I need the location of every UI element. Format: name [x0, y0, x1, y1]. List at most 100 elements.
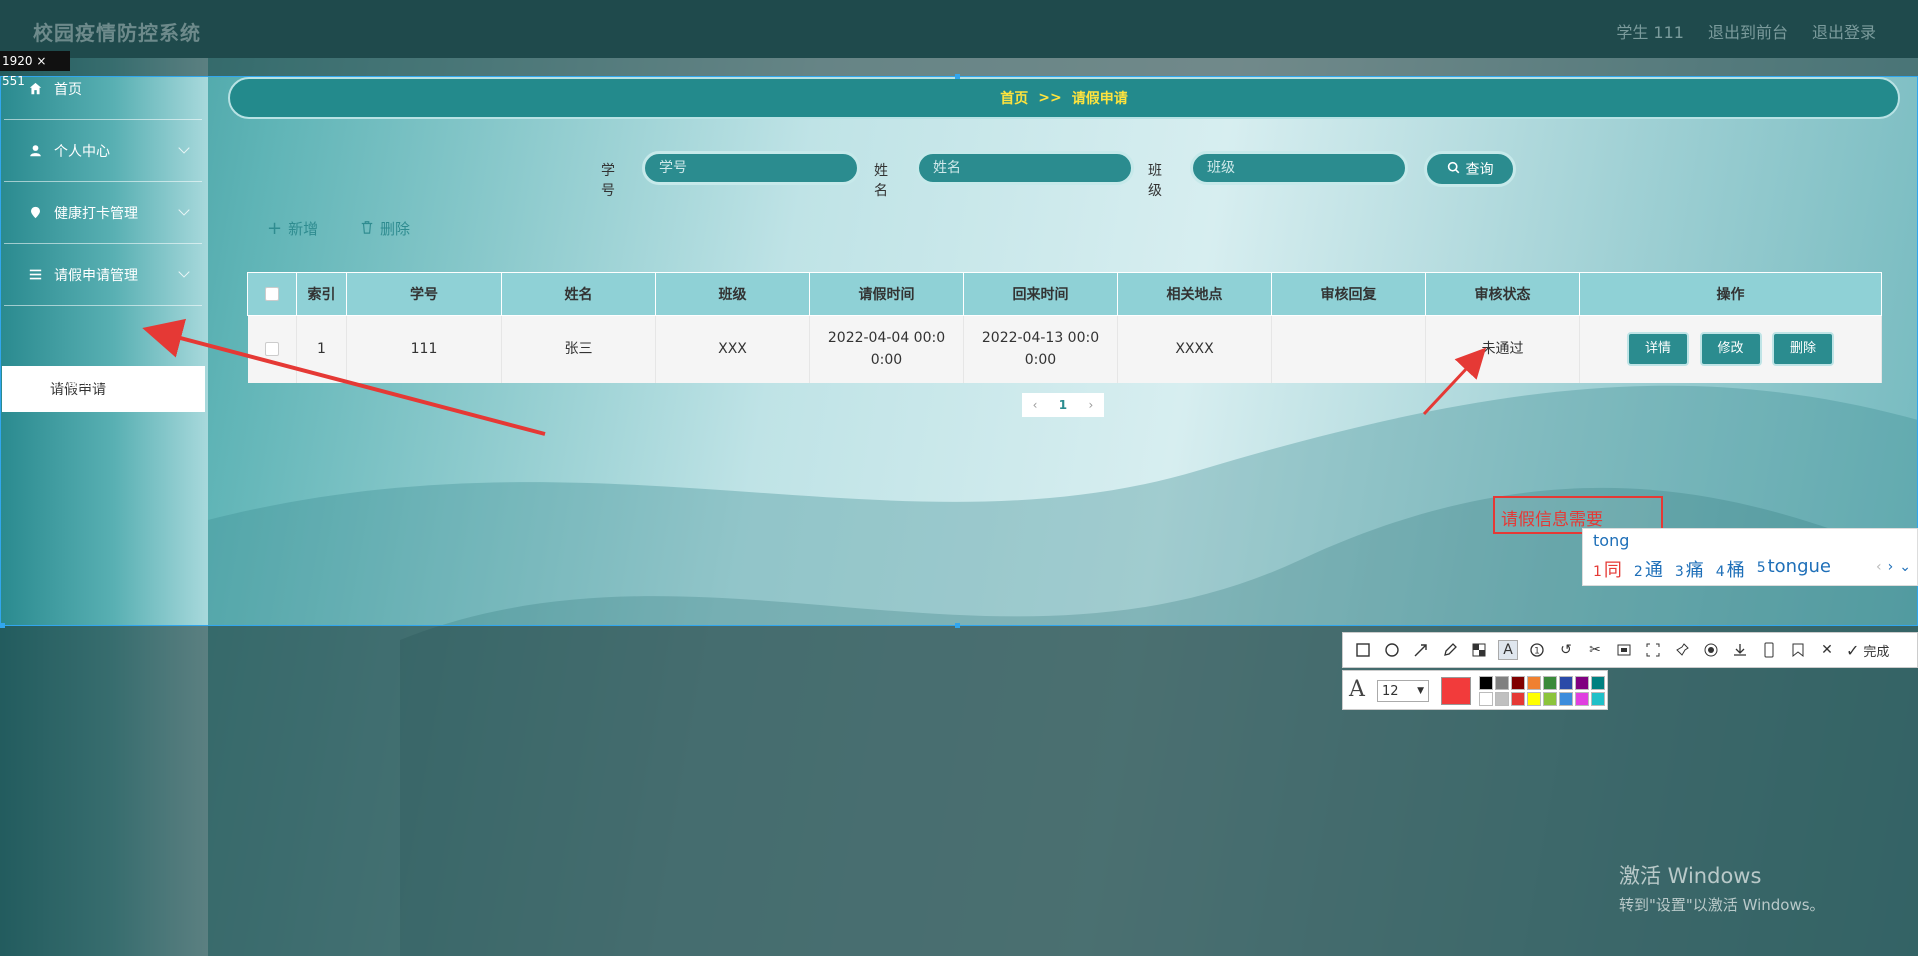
capture-handle[interactable] [955, 74, 960, 79]
query-button[interactable]: 查询 [1424, 151, 1516, 187]
logout-link[interactable]: 退出登录 [1812, 19, 1876, 43]
ocr-icon[interactable] [1614, 640, 1634, 660]
chevron-right-icon[interactable]: › [1888, 559, 1894, 575]
grid-icon [28, 374, 42, 388]
number-tool-icon[interactable]: 1 [1527, 640, 1547, 660]
select-all-checkbox[interactable] [265, 287, 279, 301]
watermark-line-1: 激活 Windows [1619, 864, 1762, 888]
delete-button[interactable]: 删除 [1771, 332, 1834, 367]
sidebar-item-leave-management[interactable]: 请假申请管理 [4, 244, 202, 306]
column-header: 学号 [346, 272, 502, 316]
breadcrumb-home[interactable]: 首页 [1000, 88, 1028, 108]
prev-page-icon[interactable]: ‹ [1033, 398, 1038, 412]
sidebar-item-label: 请假申请管理 [54, 267, 138, 284]
arrow-tool-icon[interactable] [1411, 640, 1431, 660]
color-swatch[interactable] [1559, 692, 1573, 706]
chevron-down-icon[interactable]: ⌄ [1899, 559, 1911, 575]
color-palette [1479, 676, 1605, 706]
student-no-input[interactable] [642, 151, 860, 185]
phone-icon[interactable] [1759, 640, 1779, 660]
color-swatch[interactable] [1527, 692, 1541, 706]
back-to-frontend-link[interactable]: 退出到前台 [1708, 19, 1788, 43]
translate-icon[interactable] [1643, 640, 1663, 660]
color-swatch[interactable] [1575, 676, 1589, 690]
scissors-icon[interactable]: ✂ [1585, 640, 1605, 660]
ime-candidate[interactable]: 1同 [1593, 556, 1622, 582]
color-swatch[interactable] [1495, 676, 1509, 690]
batch-delete-button[interactable]: 删除 [360, 218, 410, 239]
capture-handle[interactable] [955, 623, 960, 628]
column-header: 请假时间 [809, 272, 964, 316]
capture-handle[interactable] [0, 623, 5, 628]
done-label: 完成 [1863, 644, 1890, 660]
chevron-left-icon[interactable]: ‹ [1876, 559, 1882, 575]
color-swatch[interactable] [1511, 692, 1525, 706]
detail-button[interactable]: 详情 [1627, 332, 1690, 367]
ime-nav: ‹ › ⌄ [1876, 559, 1911, 575]
chevron-down-icon [178, 204, 190, 216]
record-icon[interactable] [1701, 640, 1721, 660]
close-icon[interactable]: ✕ [1817, 640, 1837, 660]
sidebar-item-nucleic-report[interactable]: 核酸报告管理 [4, 350, 202, 412]
breadcrumb-separator: >> [1038, 90, 1062, 106]
windows-activation-watermark: 激活 Windows 转到"设置"以激活 Windows。 [1619, 860, 1825, 915]
table-header-row: 索引 学号 姓名 班级 请假时间 回来时间 相关地点 审核回复 审核状态 操作 [247, 272, 1882, 316]
sidebar-item-health-checkin[interactable]: 健康打卡管理 [4, 182, 202, 244]
color-swatch[interactable] [1543, 692, 1557, 706]
sidebar-item-personal-center[interactable]: 个人中心 [4, 120, 202, 182]
rectangle-tool-icon[interactable] [1353, 640, 1373, 660]
ime-candidate-window: tong 1同 2通 3痛 4桶 5 tongue ‹ › ⌄ [1582, 528, 1918, 586]
row-checkbox[interactable] [264, 342, 279, 357]
chevron-down-icon [178, 142, 190, 154]
return-time-text: 2022-04-13 00:00:00 [981, 330, 1100, 369]
cell-operations: 详情 修改 删除 [1579, 315, 1882, 383]
header-links: 学生 111 退出到前台 退出登录 [1616, 19, 1876, 43]
leave-time-text: 2022-04-04 00:00:00 [827, 330, 946, 369]
next-page-icon[interactable]: › [1088, 398, 1093, 412]
select-all-header [247, 272, 297, 316]
color-swatch[interactable] [1575, 692, 1589, 706]
add-button[interactable]: + 新增 [267, 218, 318, 239]
column-header: 操作 [1579, 272, 1882, 316]
dropdown-arrow-icon: ▼ [1417, 686, 1424, 696]
column-header: 回来时间 [963, 272, 1118, 316]
done-button[interactable]: ✓ 完成 [1846, 641, 1889, 660]
name-input[interactable] [916, 151, 1134, 185]
list-icon [28, 268, 42, 282]
edit-button[interactable]: 修改 [1699, 332, 1762, 367]
ime-candidate[interactable]: 2通 [1634, 556, 1663, 582]
class-label: 班级 [1148, 163, 1162, 199]
ime-candidate[interactable]: 3痛 [1675, 556, 1704, 582]
ellipse-tool-icon[interactable] [1382, 640, 1402, 660]
color-swatch[interactable] [1543, 676, 1557, 690]
color-swatch[interactable] [1527, 676, 1541, 690]
undo-icon[interactable]: ↺ [1556, 640, 1576, 660]
add-button-label: 新增 [288, 220, 319, 238]
current-page[interactable]: 1 [1059, 398, 1067, 412]
font-size-select[interactable]: 12 ▼ [1377, 680, 1429, 702]
current-color-swatch[interactable] [1441, 677, 1471, 705]
top-header: 校园疫情防控系统 学生 111 退出到前台 退出登录 [0, 0, 1918, 58]
color-swatch[interactable] [1495, 692, 1509, 706]
pencil-tool-icon[interactable] [1440, 640, 1460, 660]
font-icon: A [1349, 677, 1365, 702]
ime-candidate[interactable]: 5 tongue [1757, 556, 1831, 582]
color-swatch[interactable] [1591, 692, 1605, 706]
ime-candidate[interactable]: 4桶 [1716, 556, 1745, 582]
mosaic-tool-icon[interactable] [1469, 640, 1489, 660]
name-label: 姓名 [874, 163, 888, 199]
column-header: 班级 [655, 272, 810, 316]
bookmark-icon[interactable] [1788, 640, 1808, 660]
color-swatch[interactable] [1479, 676, 1493, 690]
color-swatch[interactable] [1511, 676, 1525, 690]
color-swatch[interactable] [1591, 676, 1605, 690]
color-swatch[interactable] [1479, 692, 1493, 706]
class-input[interactable] [1190, 151, 1408, 185]
download-icon[interactable] [1730, 640, 1750, 660]
pin-icon[interactable] [1672, 640, 1692, 660]
cell-index: 1 [296, 315, 347, 383]
color-swatch[interactable] [1559, 676, 1573, 690]
sidebar-item-label: 健康打卡管理 [54, 205, 138, 222]
cell-student-no: 111 [346, 315, 502, 383]
text-tool-icon[interactable]: A [1498, 640, 1518, 660]
